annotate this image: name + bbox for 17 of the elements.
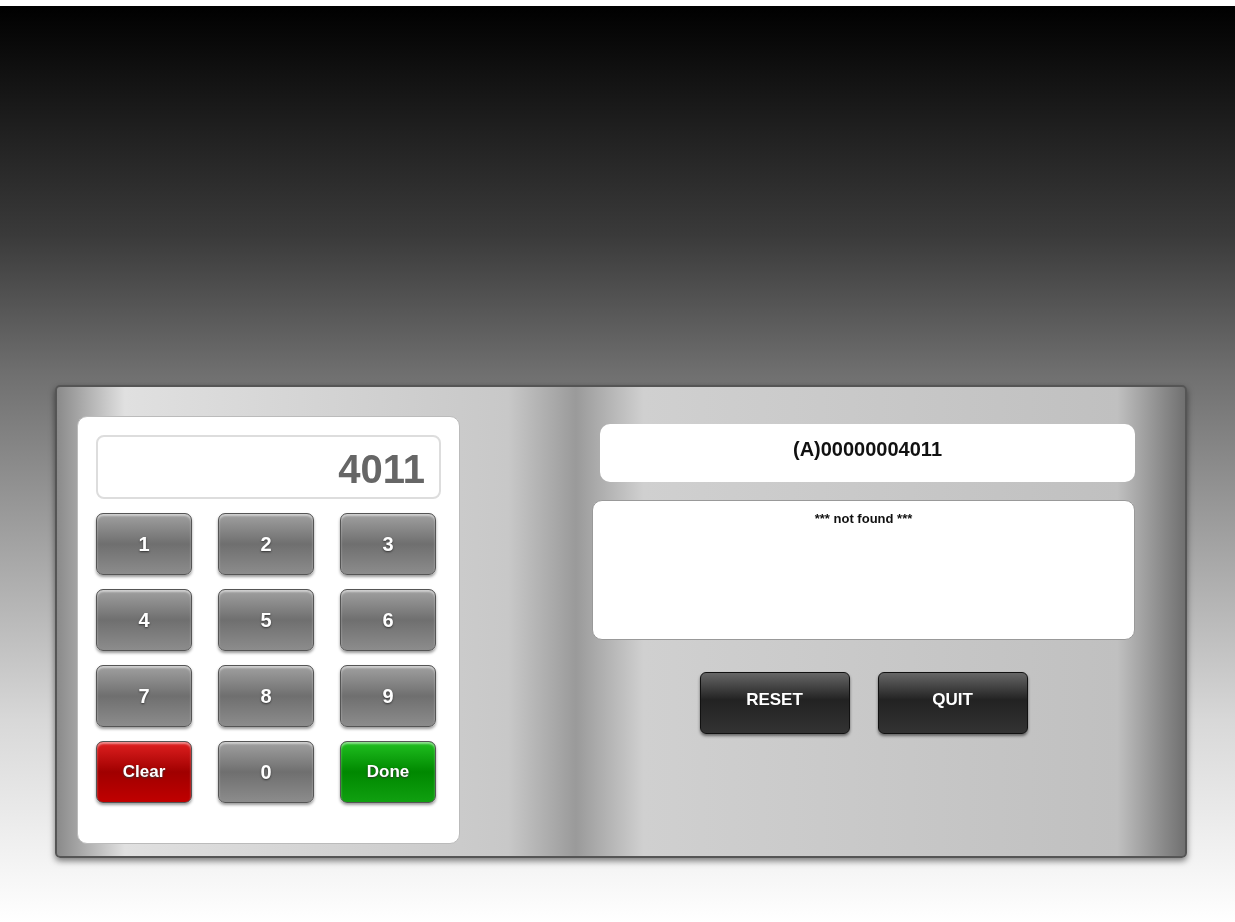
code-display: (A)00000004011 bbox=[600, 424, 1135, 482]
message-box: *** not found *** bbox=[592, 500, 1135, 640]
digit-key[interactable]: 5 bbox=[218, 589, 314, 651]
digit-key[interactable]: 8 bbox=[218, 665, 314, 727]
done-button[interactable]: Done bbox=[340, 741, 436, 803]
digit-key[interactable]: 7 bbox=[96, 665, 192, 727]
digit-key[interactable]: 6 bbox=[340, 589, 436, 651]
digit-key[interactable]: 2 bbox=[218, 513, 314, 575]
digit-key[interactable]: 1 bbox=[96, 513, 192, 575]
digit-key[interactable]: 9 bbox=[340, 665, 436, 727]
digit-key[interactable]: 3 bbox=[340, 513, 436, 575]
digit-key[interactable]: 0 bbox=[218, 741, 314, 803]
clear-button[interactable]: Clear bbox=[96, 741, 192, 803]
quit-button[interactable]: QUIT bbox=[877, 672, 1028, 734]
keypad-display: 4011 bbox=[96, 435, 441, 499]
digit-key[interactable]: 4 bbox=[96, 589, 192, 651]
reset-button[interactable]: RESET bbox=[699, 672, 850, 734]
